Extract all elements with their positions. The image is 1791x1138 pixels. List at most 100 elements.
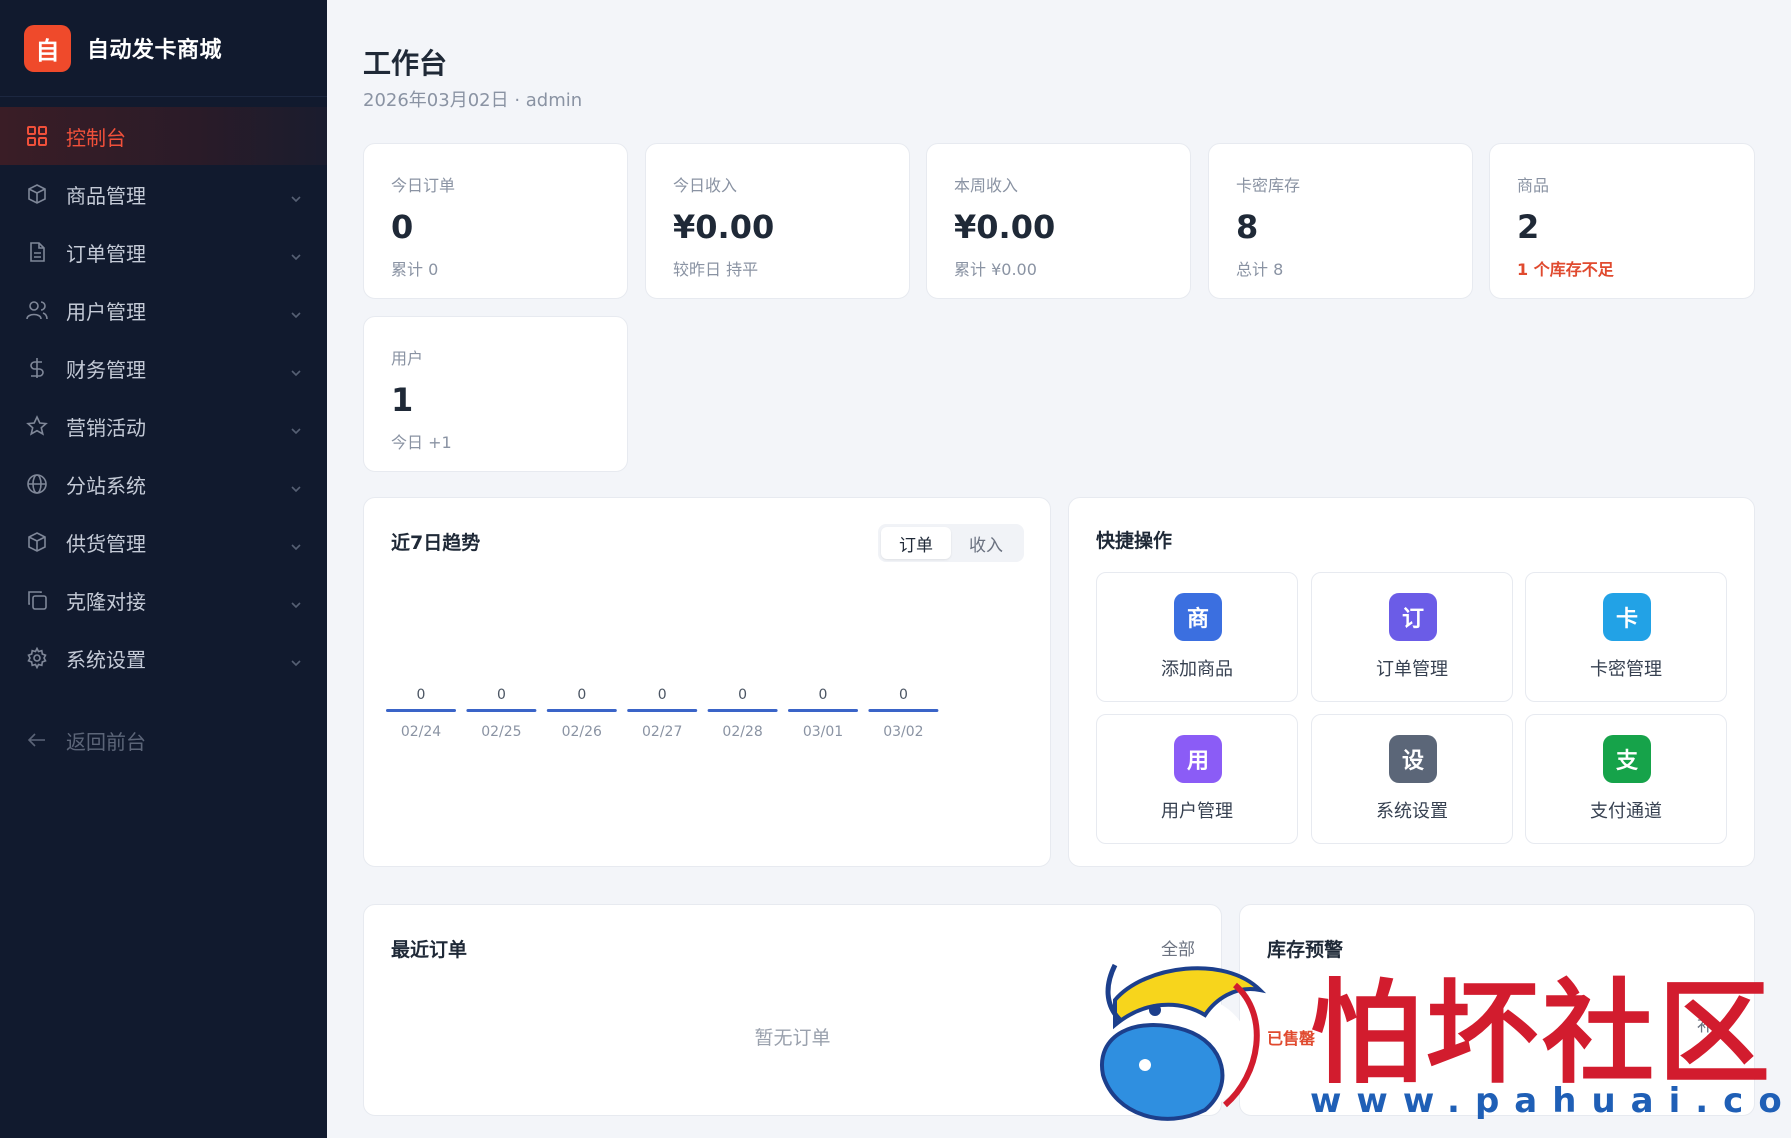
recent-orders-title: 最近订单 (391, 939, 468, 961)
trend-category-label: 03/01 (803, 724, 843, 740)
trend-value-label: 0 (658, 687, 667, 703)
sidebar-item-label: 商品管理 (66, 183, 146, 208)
sidebar-item-users[interactable]: 用户管理 (0, 281, 327, 339)
sidebar-item-products[interactable]: 商品管理 (0, 165, 327, 223)
sold-out-badge: 已售罄 (1267, 1029, 1316, 1048)
stock-alert-card: 库存预警 已售罄 补 (1239, 904, 1755, 1116)
quick-add-product-button[interactable]: 商 添加商品 (1096, 572, 1298, 702)
trend-category-label: 02/25 (481, 724, 521, 740)
quick-actions-card: 快捷操作 商 添加商品 订 订单管理 卡 卡密管理 用 用户管理 设 系统设置 … (1068, 497, 1755, 867)
trend-bar[interactable] (466, 709, 537, 712)
sidebar-item-dashboard[interactable]: 控制台 (0, 107, 327, 165)
sidebar-item-marketing[interactable]: 营销活动 (0, 397, 327, 455)
brand-name: 自动发卡商城 (87, 38, 223, 63)
restock-link[interactable]: 补 (1697, 1011, 1714, 1036)
chevron-down-icon (289, 535, 303, 551)
chevron-down-icon (289, 245, 303, 261)
sidebar-item-label: 营销活动 (66, 415, 146, 440)
chevron-down-icon (289, 187, 303, 203)
stat-note: 较昨日 持平 (673, 260, 759, 279)
trend-card: 近7日趋势 订单 收入 0 02/24 0 02/25 0 02/26 0 02/27 0 02/… (363, 497, 1051, 867)
sidebar-item-label: 订单管理 (66, 241, 146, 266)
trend-bar[interactable] (868, 709, 939, 712)
stat-card-today-income[interactable]: 今日收入 ¥0.00 较昨日 持平 (645, 143, 910, 299)
stat-note: 累计 ¥0.00 (954, 260, 1037, 279)
quick-action-label: 支付通道 (1590, 801, 1662, 822)
dollar-icon (26, 357, 48, 379)
copy-icon (26, 589, 48, 611)
trend-bar[interactable] (707, 709, 778, 712)
box-icon (26, 531, 48, 553)
trend-bar[interactable] (788, 709, 858, 712)
sidebar-item-finance[interactable]: 财务管理 (0, 339, 327, 397)
stat-label: 用户 (391, 349, 424, 368)
sidebar-item-label: 供货管理 (66, 531, 146, 556)
stat-card-week-income[interactable]: 本周收入 ¥0.00 累计 ¥0.00 (926, 143, 1191, 299)
users-icon (26, 299, 48, 321)
stat-card-products[interactable]: 商品 2 1 个库存不足 (1489, 143, 1755, 299)
stat-value: 1 (391, 381, 414, 419)
quick-action-label: 用户管理 (1161, 801, 1233, 822)
brand-logo: 自 (24, 24, 71, 72)
stat-note: 今日 +1 (391, 433, 452, 452)
quick-orders-button[interactable]: 订 订单管理 (1311, 572, 1513, 702)
stat-label: 本周收入 (954, 176, 1019, 195)
chevron-down-icon (289, 477, 303, 493)
back-label: 返回前台 (66, 729, 146, 754)
quick-users-button[interactable]: 用 用户管理 (1096, 714, 1298, 844)
quick-action-label: 卡密管理 (1590, 659, 1662, 680)
view-all-orders-link[interactable]: 全部 (1161, 935, 1195, 960)
sidebar-item-orders[interactable]: 订单管理 (0, 223, 327, 281)
sidebar-item-settings[interactable]: 系统设置 (0, 629, 327, 687)
payment-icon: 支 (1603, 735, 1651, 783)
stat-card-users[interactable]: 用户 1 今日 +1 (363, 316, 628, 472)
trend-category-label: 02/27 (642, 724, 682, 740)
user-icon: 用 (1174, 735, 1222, 783)
trend-category-label: 02/28 (722, 724, 762, 740)
sidebar-item-substation[interactable]: 分站系统 (0, 455, 327, 513)
stat-value: ¥0.00 (673, 208, 775, 246)
quick-payment-button[interactable]: 支 支付通道 (1525, 714, 1727, 844)
stat-label: 卡密库存 (1236, 176, 1301, 195)
trend-bar[interactable] (546, 709, 617, 712)
sidebar-item-label: 财务管理 (66, 357, 146, 382)
empty-orders-text: 暂无订单 (754, 1027, 831, 1049)
trend-bar[interactable] (627, 709, 698, 712)
back-to-frontend-link[interactable]: 返回前台 (0, 711, 327, 769)
trend-bar[interactable] (386, 709, 456, 712)
brand[interactable]: 自 自动发卡商城 (0, 0, 327, 97)
stat-note: 累计 0 (391, 260, 439, 279)
quick-card-keys-button[interactable]: 卡 卡密管理 (1525, 572, 1727, 702)
stat-card-today-orders[interactable]: 今日订单 0 累计 0 (363, 143, 628, 299)
stat-value: 0 (391, 208, 414, 246)
recent-orders-card: 最近订单 全部 暂无订单 (363, 904, 1222, 1116)
gear-icon (26, 647, 48, 669)
grid-icon (26, 125, 48, 147)
stat-note-warning: 1 个库存不足 (1517, 260, 1614, 279)
page-subtitle: 2026年03月02日 · admin (363, 90, 583, 111)
trend-value-label: 0 (899, 687, 908, 703)
stat-card-card-stock[interactable]: 卡密库存 8 总计 8 (1208, 143, 1473, 299)
quick-action-label: 添加商品 (1161, 659, 1233, 680)
trend-category-label: 02/26 (562, 724, 602, 740)
stat-value: 2 (1517, 208, 1540, 246)
chevron-down-icon (289, 593, 303, 609)
trend-value-label: 0 (497, 687, 506, 703)
chevron-down-icon (289, 303, 303, 319)
sidebar: 自 自动发卡商城 控制台 商品管理 订单管理 用户管理 财务管理 营销活动 分站… (0, 0, 327, 1138)
quick-settings-button[interactable]: 设 系统设置 (1311, 714, 1513, 844)
sidebar-item-clone[interactable]: 克隆对接 (0, 571, 327, 629)
sidebar-item-label: 控制台 (66, 125, 126, 150)
page-title: 工作台 (363, 47, 448, 80)
box-icon (26, 183, 48, 205)
trend-chart: 0 02/24 0 02/25 0 02/26 0 02/27 0 02/28 0 03/01 0 03/… (386, 687, 939, 740)
quick-action-label: 系统设置 (1376, 801, 1448, 822)
stat-label: 今日订单 (391, 176, 456, 195)
quick-action-label: 订单管理 (1376, 659, 1448, 680)
file-icon (26, 241, 48, 263)
trend-value-label: 0 (577, 687, 586, 703)
card-icon: 卡 (1603, 593, 1651, 641)
sidebar-item-label: 克隆对接 (66, 589, 146, 614)
trend-category-label: 03/02 (883, 724, 923, 740)
sidebar-item-supply[interactable]: 供货管理 (0, 513, 327, 571)
